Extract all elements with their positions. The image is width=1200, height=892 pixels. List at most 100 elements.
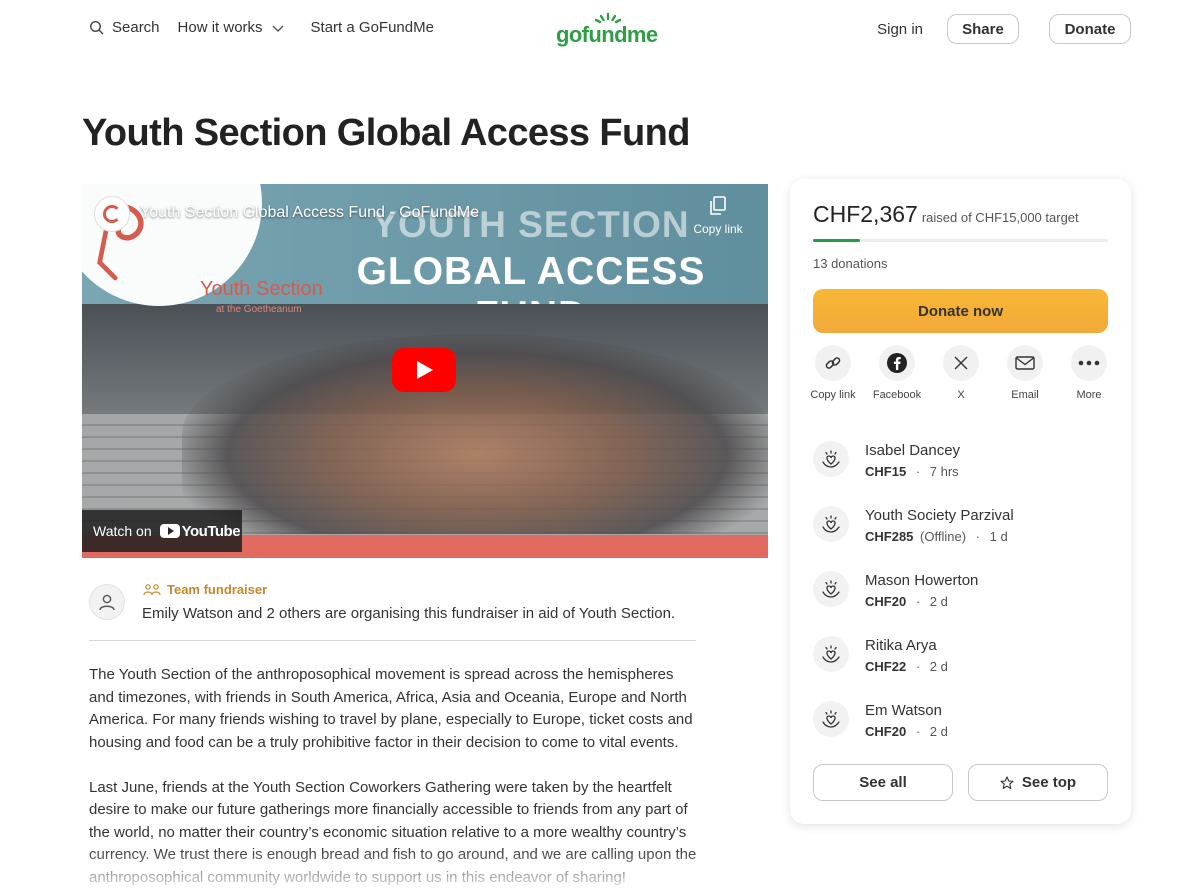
story-paragraph: Last June, friends at the Youth Section … (89, 778, 697, 886)
raised-amount: CHF2,367 (813, 201, 918, 227)
badge-title: Youth Section (200, 278, 323, 300)
play-icon (417, 361, 433, 379)
raised-target: raised of CHF15,000 target (921, 210, 1079, 225)
story-paragraph: The Youth Section of the anthroposophica… (89, 666, 693, 751)
team-fundraiser-badge: Team fundraiser (143, 582, 267, 597)
chevron-down-icon (271, 21, 285, 35)
video-crowd-image (182, 334, 768, 534)
donor-name: Isabel Dancey (865, 442, 961, 459)
meta-separator: · (915, 464, 921, 479)
donation-amount: CHF285 (865, 529, 914, 544)
recent-donations-list: Isabel Dancey CHF15 · 7 hrs Youth Societ… (813, 437, 1108, 762)
video-player[interactable]: YOUTH SECTION GLOBAL ACCESS FUND Youth S… (82, 184, 768, 558)
progress-fill (813, 239, 860, 242)
gofundme-logo[interactable]: gofundme (556, 12, 660, 48)
donation-meta: CHF20 · 2 d (865, 594, 948, 609)
facebook-icon (879, 345, 915, 381)
donation-time: 2 d (929, 659, 948, 674)
donation-time: 7 hrs (929, 464, 959, 479)
x-icon (943, 345, 979, 381)
start-gofundme-link[interactable]: Start a GoFundMe (311, 19, 434, 36)
see-all-button[interactable]: See all (813, 764, 953, 801)
donation-item: Isabel Dancey CHF15 · 7 hrs (813, 437, 1108, 502)
organiser-description: Emily Watson and 2 others are organising… (142, 605, 676, 622)
donation-count: 13 donations (813, 256, 888, 271)
share-label: Facebook (872, 389, 922, 401)
fundraiser-story: The Youth Section of the anthroposophica… (89, 664, 699, 889)
nav-right: Sign in Share Donate (877, 14, 1131, 44)
see-top-button[interactable]: See top (968, 764, 1108, 801)
share-email[interactable]: Email (1000, 345, 1050, 402)
raised-summary: CHF2,367 raised of CHF15,000 target (813, 201, 1079, 228)
meta-separator: · (915, 594, 921, 609)
donation-meta: CHF285 (Offline) · 1 d (865, 529, 1008, 544)
share-facebook[interactable]: Facebook (872, 345, 922, 402)
donation-amount: CHF15 (865, 464, 907, 479)
badge-subtitle: at the Goetheanum (216, 304, 302, 315)
donation-item: Ritika Arya CHF22 · 2 d (813, 632, 1108, 697)
share-x[interactable]: X (936, 345, 986, 402)
share-label: Copy link (810, 389, 856, 401)
donation-heart-icon (813, 701, 849, 737)
meta-separator: · (975, 529, 981, 544)
logo-text: gofundme (556, 22, 658, 47)
donation-time: 2 d (929, 594, 948, 609)
donation-time: 1 d (989, 529, 1008, 544)
play-button[interactable] (392, 348, 456, 392)
watch-on-youtube-button[interactable]: Watch on YouTube (82, 510, 242, 552)
share-options: Copy link Facebook X Email More (808, 345, 1114, 402)
meta-separator: · (915, 659, 921, 674)
donation-heart-icon (813, 636, 849, 672)
meta-separator: · (915, 724, 921, 739)
donation-note: (Offline) (920, 529, 967, 544)
donor-name: Mason Howerton (865, 572, 979, 589)
see-top-label: See top (1021, 774, 1077, 791)
donation-heart-icon (813, 441, 849, 477)
page-title: Youth Section Global Access Fund (82, 112, 690, 154)
donation-item: Youth Society Parzival CHF285 (Offline) … (813, 502, 1108, 567)
link-icon (815, 345, 851, 381)
donor-name: Em Watson (865, 702, 942, 719)
donate-button[interactable]: Donate (1049, 14, 1131, 44)
channel-avatar-logo-icon (103, 205, 121, 223)
search-link[interactable]: Search (89, 19, 160, 36)
more-icon (1071, 345, 1107, 381)
donate-now-button[interactable]: Donate now (813, 289, 1108, 333)
youtube-logo: YouTube (159, 522, 241, 540)
donation-amount: CHF20 (865, 594, 907, 609)
donation-heart-icon (813, 571, 849, 607)
youtube-icon (159, 524, 180, 538)
top-nav: Search How it works Start a GoFundMe gof… (0, 0, 1200, 58)
sign-in-link[interactable]: Sign in (877, 21, 923, 38)
donation-heart-icon (813, 506, 849, 542)
donation-meta: CHF20 · 2 d (865, 724, 948, 739)
organiser-avatar[interactable] (89, 584, 125, 620)
search-icon (89, 20, 105, 36)
start-gofundme-label: Start a GoFundMe (310, 19, 434, 36)
donor-name: Ritika Arya (865, 637, 937, 654)
star-icon (1000, 775, 1014, 789)
share-more[interactable]: More (1064, 345, 1114, 402)
donation-amount: CHF22 (865, 659, 907, 674)
donor-name: Youth Society Parzival (865, 507, 1014, 524)
donation-amount: CHF20 (865, 724, 907, 739)
share-label: Email (1011, 389, 1039, 401)
search-label: Search (112, 19, 160, 36)
copy-icon (710, 196, 726, 215)
donation-time: 2 d (929, 724, 948, 739)
channel-avatar[interactable] (94, 196, 130, 232)
share-copy-link[interactable]: Copy link (808, 345, 858, 402)
share-button[interactable]: Share (947, 14, 1019, 44)
donation-item: Em Watson CHF20 · 2 d (813, 697, 1108, 762)
youtube-wordmark: YouTube (181, 522, 241, 540)
share-label: X (957, 389, 965, 401)
how-it-works-menu[interactable]: How it works (178, 19, 285, 36)
progress-bar (813, 239, 1108, 242)
user-icon (99, 594, 115, 611)
video-copy-link[interactable]: Copy link (688, 196, 748, 238)
video-title[interactable]: Youth Section Global Access Fund - GoFun… (140, 204, 479, 222)
copy-link-label: Copy link (693, 222, 743, 236)
email-icon (1007, 345, 1043, 381)
watch-on-label: Watch on (93, 523, 152, 539)
nav-left: Search How it works Start a GoFundMe (89, 19, 434, 36)
